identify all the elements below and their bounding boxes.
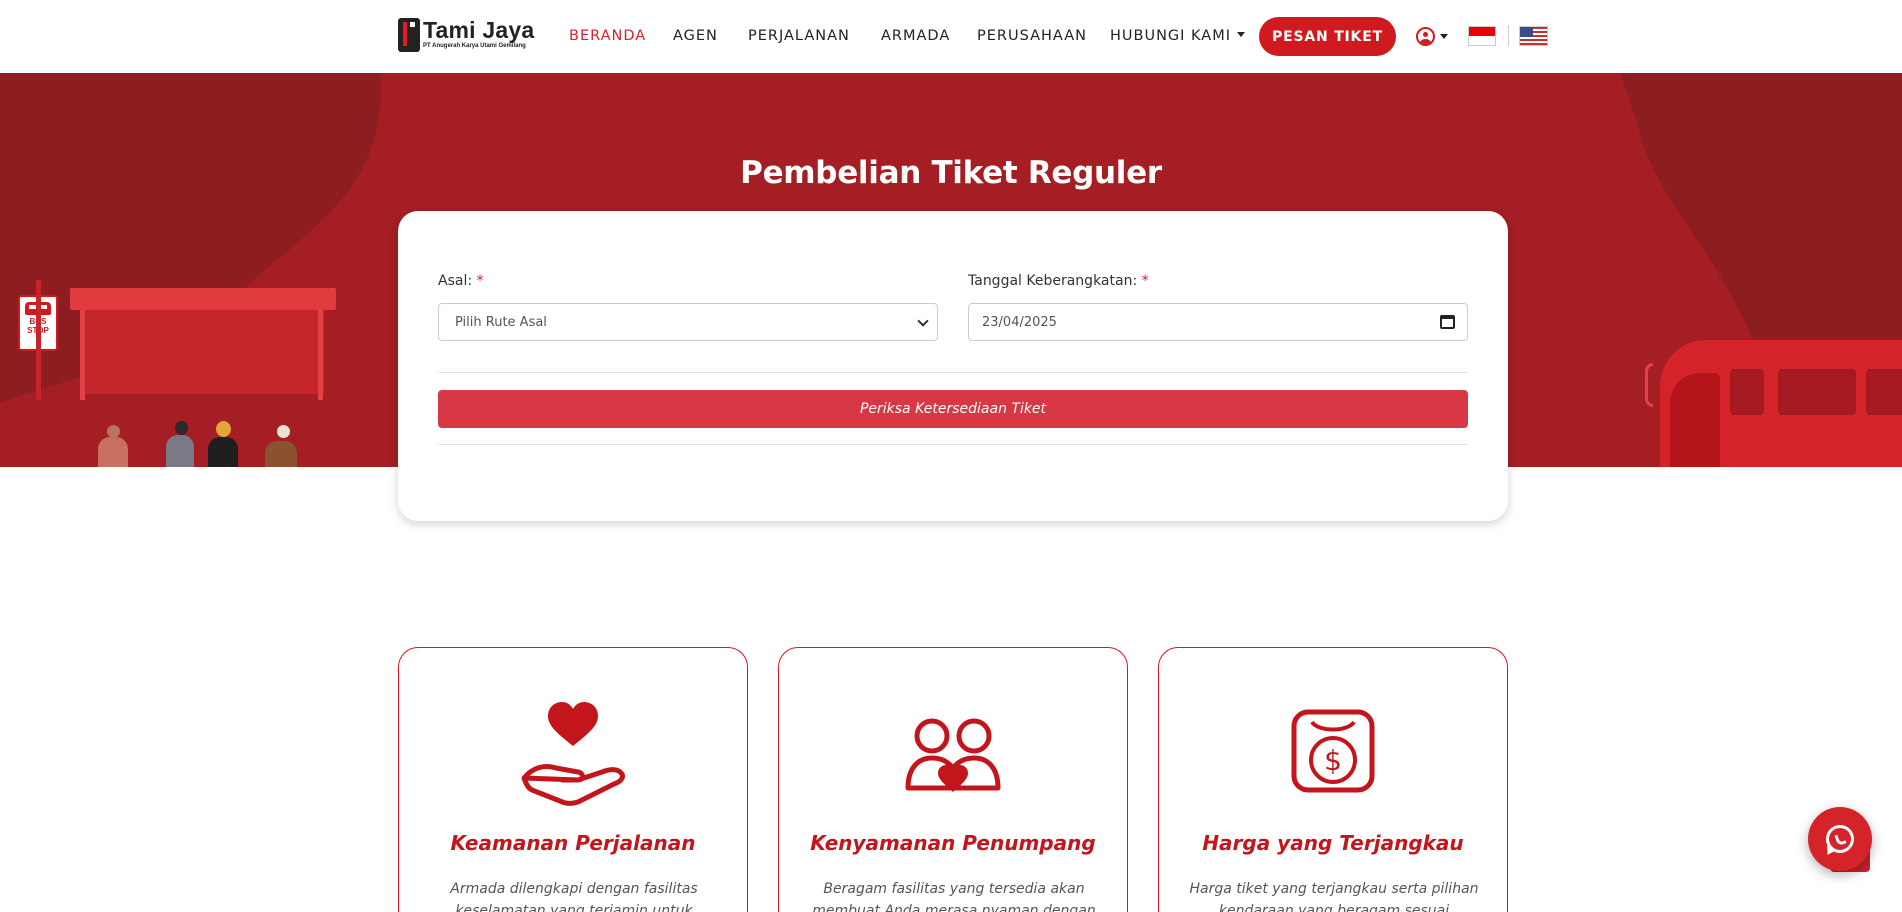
departure-date-value: 23/04/2025 — [982, 314, 1057, 330]
feature-title: Keamanan Perjalanan — [450, 831, 696, 855]
pesan-tiket-button[interactable]: PESAN TIKET — [1259, 17, 1396, 56]
nav-hubungi-kami-label: HUBUNGI KAMI — [1110, 28, 1232, 44]
feature-card-keamanan: Keamanan Perjalanan Armada dilengkapi de… — [398, 647, 748, 912]
required-marker: * — [476, 273, 484, 289]
us-flag-icon[interactable] — [1519, 26, 1548, 46]
shelter-wall — [80, 310, 324, 394]
check-availability-button[interactable]: Periksa Ketersediaan Tiket — [438, 390, 1468, 428]
whatsapp-chat-button[interactable] — [1808, 807, 1872, 871]
date-label-text: Tanggal Keberangkatan: — [968, 273, 1138, 289]
feature-card-kenyamanan: Kenyamanan Penumpang Beragam fasilitas y… — [778, 647, 1128, 912]
shelter-leg — [80, 310, 85, 400]
chevron-down-icon — [1237, 32, 1246, 37]
origin-select[interactable]: Pilih Rute Asal — [438, 303, 938, 341]
logo-icon — [398, 18, 420, 52]
navbar: Tami Jaya PT Anugerah Karya Utami Gemila… — [0, 0, 1902, 73]
origin-label-text: Asal: — [438, 273, 473, 289]
indonesia-flag-icon[interactable] — [1468, 26, 1496, 46]
shelter-roof — [70, 288, 336, 310]
people-heart-icon — [905, 718, 1001, 792]
feature-title: Kenyamanan Penumpang — [810, 831, 1096, 855]
bus-stop-pole — [36, 280, 41, 400]
nav-beranda[interactable]: BERANDA — [569, 28, 646, 44]
date-label: Tanggal Keberangkatan: * — [968, 273, 1149, 289]
chevron-down-icon — [1440, 34, 1448, 39]
brand-name: Tami Jaya — [423, 17, 535, 43]
page: Tami Jaya PT Anugerah Karya Utami Gemila… — [0, 0, 1902, 912]
origin-select-value: Pilih Rute Asal — [455, 314, 547, 330]
heart-hand-icon — [521, 702, 625, 806]
dollar-bag-icon: $ — [1291, 709, 1375, 793]
whatsapp-icon — [1826, 825, 1854, 853]
nav-agen[interactable]: AGEN — [673, 28, 718, 44]
chevron-down-icon — [917, 315, 929, 327]
feature-description: Beragam fasilitas yang tersedia akan mem… — [812, 881, 1096, 912]
svg-text:$: $ — [1324, 744, 1342, 777]
user-menu[interactable] — [1416, 27, 1448, 46]
form-divider-bottom — [438, 444, 1468, 445]
nav-perusahaan[interactable]: PERUSAHAAN — [977, 28, 1087, 44]
feature-card-harga: $ Harga yang Terjangkau Harga tiket yang… — [1158, 647, 1508, 912]
nav-armada[interactable]: ARMADA — [881, 28, 950, 44]
departure-date-input[interactable]: 23/04/2025 — [968, 303, 1468, 341]
brand-logo[interactable]: Tami Jaya PT Anugerah Karya Utami Gemila… — [398, 18, 534, 52]
calendar-icon[interactable] — [1440, 315, 1455, 329]
nav-perjalanan[interactable]: PERJALANAN — [748, 28, 850, 44]
feature-description: Harga tiket yang terjangkau serta piliha… — [1189, 881, 1479, 912]
shelter-leg — [318, 310, 323, 400]
feature-title: Harga yang Terjangkau — [1202, 831, 1464, 855]
origin-label: Asal: * — [438, 273, 484, 289]
flag-divider — [1508, 25, 1509, 46]
user-icon — [1416, 27, 1435, 46]
ticket-search-card — [398, 211, 1508, 521]
hero-title: Pembelian Tiket Reguler — [740, 155, 1162, 191]
form-divider-top — [438, 372, 1468, 373]
brand-subtitle: PT Anugerah Karya Utami Gemilang — [423, 43, 526, 49]
feature-description: Armada dilengkapi dengan fasilitas kesel… — [450, 881, 698, 912]
required-marker: * — [1141, 273, 1149, 289]
nav-hubungi-kami[interactable]: HUBUNGI KAMI — [1110, 28, 1246, 44]
